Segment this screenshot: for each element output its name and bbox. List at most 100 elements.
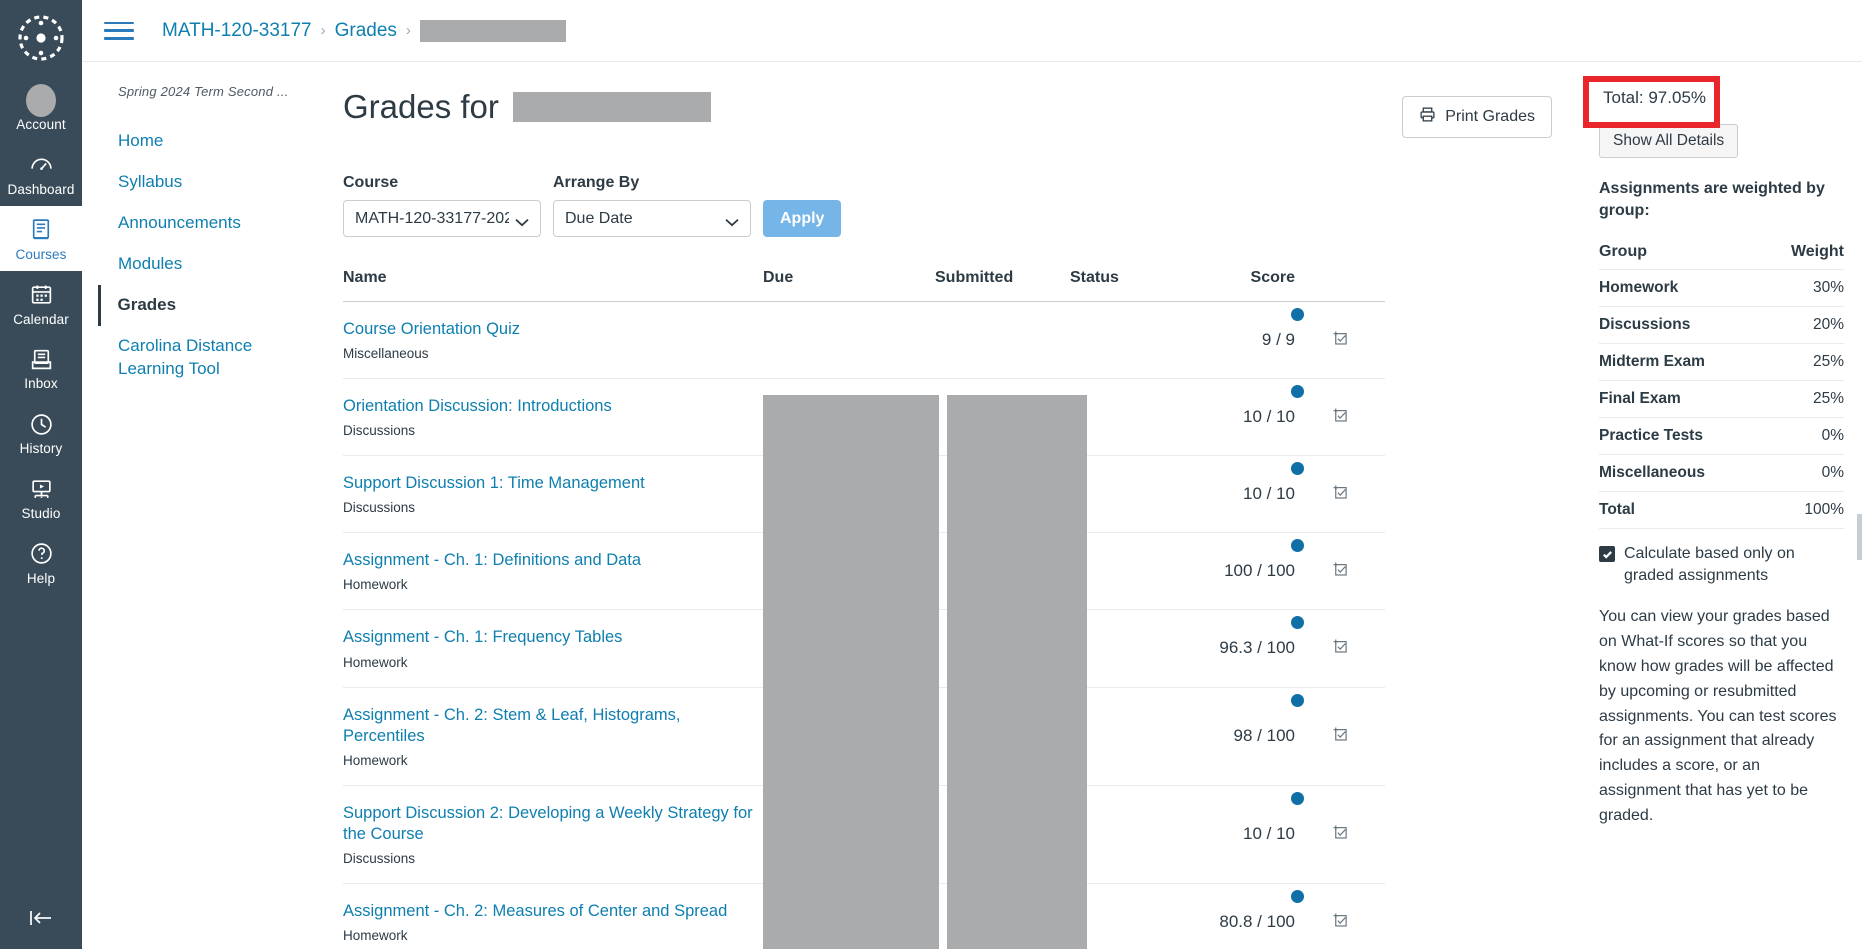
breadcrumb-grades[interactable]: Grades xyxy=(335,20,397,42)
collapse-arrow-icon[interactable] xyxy=(0,909,82,927)
avatar-icon xyxy=(26,83,56,117)
assignment-name-cell: Assignment - Ch. 2: Measures of Center a… xyxy=(343,883,763,949)
weight-row: Midterm Exam 25% xyxy=(1599,343,1844,382)
assignment-link[interactable]: Assignment - Ch. 2: Stem & Leaf, Histogr… xyxy=(343,705,763,747)
print-grades-button[interactable]: Print Grades xyxy=(1402,96,1552,138)
column-header-name[interactable]: Name xyxy=(343,269,763,302)
checkbox-icon[interactable] xyxy=(1599,546,1615,563)
course-nav-announcements[interactable]: Announcements xyxy=(98,203,317,244)
score-cell: 10 / 10 xyxy=(1165,785,1304,884)
weight-group-name: Practice Tests xyxy=(1599,417,1763,456)
column-header-submitted[interactable]: Submitted xyxy=(935,269,1070,302)
score-details-icon[interactable] xyxy=(1331,562,1350,582)
global-nav-courses-label: Courses xyxy=(15,246,67,262)
page-scrollbar[interactable] xyxy=(1857,514,1862,560)
arrange-by-select[interactable]: Due Date xyxy=(553,200,751,237)
course-nav-grades[interactable]: Grades xyxy=(98,284,317,326)
global-nav-dashboard[interactable]: Dashboard xyxy=(0,141,82,206)
column-header-actions xyxy=(1295,269,1385,302)
assignment-name-cell: Support Discussion 1: Time Management Dis… xyxy=(343,455,763,534)
column-header-due[interactable]: Due xyxy=(763,269,935,302)
assignment-link[interactable]: Assignment - Ch. 1: Definitions and Data xyxy=(343,550,763,571)
table-header-row: Name Due Submitted Status Score xyxy=(343,269,1385,302)
course-select[interactable]: MATH-120-33177-2024SI xyxy=(343,200,541,237)
assignment-group: Homework xyxy=(343,752,408,768)
status-cell xyxy=(1070,301,1165,380)
score-details-icon[interactable] xyxy=(1331,825,1350,845)
score-details-cell[interactable] xyxy=(1295,609,1385,688)
breadcrumb-course[interactable]: MATH-120-33177 xyxy=(162,20,312,42)
breadcrumb-separator: › xyxy=(405,22,411,39)
graded-dot-icon xyxy=(1291,308,1304,321)
show-all-details-button[interactable]: Show All Details xyxy=(1599,124,1739,158)
course-nav-modules[interactable]: Modules xyxy=(98,244,317,285)
weights-column-group: Group xyxy=(1599,235,1763,271)
global-nav-history[interactable]: History xyxy=(0,400,82,465)
assignment-link[interactable]: Orientation Discussion: Introductions xyxy=(343,396,763,417)
weight-group-name: Miscellaneous xyxy=(1599,454,1763,493)
global-nav-courses[interactable]: Courses xyxy=(0,205,82,271)
weight-row: Discussions 20% xyxy=(1599,306,1844,345)
graded-dot-icon xyxy=(1291,693,1304,707)
column-header-status[interactable]: Status xyxy=(1070,269,1165,302)
score-cell: 80.8 / 100 xyxy=(1165,883,1304,949)
course-field-label: Course xyxy=(343,174,399,191)
assignment-link[interactable]: Course Orientation Quiz xyxy=(343,319,763,340)
global-nav-account-label: Account xyxy=(16,117,66,132)
print-grades-label: Print Grades xyxy=(1445,108,1535,125)
weight-value: 100% xyxy=(1762,491,1844,530)
course-filter: Course MATH-120-33177-2024SI xyxy=(343,174,541,237)
assignment-name-cell: Assignment - Ch. 1: Definitions and Data… xyxy=(343,532,763,611)
assignment-link[interactable]: Support Discussion 1: Time Management xyxy=(343,473,763,494)
weight-value: 20% xyxy=(1762,306,1844,345)
arrange-by-select-value: Due Date xyxy=(565,209,633,227)
score-cell: 10 / 10 xyxy=(1165,378,1304,457)
hamburger-menu-icon[interactable] xyxy=(104,19,134,43)
dashboard-icon xyxy=(26,150,56,180)
due-cell xyxy=(763,301,935,380)
graded-dot-icon xyxy=(1291,791,1304,805)
course-nav-carolina-distance-learning-tool[interactable]: Carolina Distance Learning Tool xyxy=(98,326,317,390)
weight-value: 25% xyxy=(1762,343,1844,382)
global-nav-account[interactable]: Account xyxy=(0,76,82,141)
weight-value: 0% xyxy=(1762,417,1844,456)
assignment-link[interactable]: Assignment - Ch. 1: Frequency Tables xyxy=(343,627,763,648)
global-nav-calendar-label: Calendar xyxy=(13,311,69,327)
course-nav-syllabus[interactable]: Syllabus xyxy=(98,162,317,203)
score-details-icon[interactable] xyxy=(1331,331,1350,351)
apply-button[interactable]: Apply xyxy=(763,200,842,237)
global-nav-studio[interactable]: Studio xyxy=(0,465,82,530)
score-details-cell[interactable] xyxy=(1295,883,1385,949)
course-nav-home[interactable]: Home xyxy=(98,121,317,162)
score-details-cell[interactable] xyxy=(1295,301,1385,380)
score-details-cell[interactable] xyxy=(1295,378,1385,457)
column-header-score[interactable]: Score xyxy=(1165,269,1295,302)
calculate-graded-only-row[interactable]: Calculate based only on graded assignmen… xyxy=(1599,543,1844,587)
score-details-icon[interactable] xyxy=(1331,913,1350,933)
assignment-link[interactable]: Assignment - Ch. 2: Measures of Center a… xyxy=(343,901,763,922)
assignment-link[interactable]: Support Discussion 2: Developing a Weekl… xyxy=(343,803,763,845)
weighted-by-group-note: Assignments are weighted by group: xyxy=(1599,180,1825,219)
global-nav-inbox[interactable]: Inbox xyxy=(0,335,82,400)
assignment-group: Miscellaneous xyxy=(343,346,429,362)
score-details-cell[interactable] xyxy=(1295,785,1385,884)
score-details-icon[interactable] xyxy=(1331,727,1350,747)
studio-icon xyxy=(26,474,56,504)
score-details-cell[interactable] xyxy=(1295,455,1385,534)
global-nav-inbox-label: Inbox xyxy=(24,376,58,392)
assignment-group-weights-table: Group Weight Homework 30% Discussions 20% Mi… xyxy=(1599,235,1844,530)
score-details-icon[interactable] xyxy=(1331,639,1350,659)
printer-icon xyxy=(1419,106,1436,128)
global-nav-calendar[interactable]: Calendar xyxy=(0,271,82,336)
score-details-icon[interactable] xyxy=(1331,408,1350,428)
chevron-down-icon xyxy=(515,214,529,227)
chevron-down-icon xyxy=(725,214,739,227)
global-nav-help[interactable]: Help xyxy=(0,530,82,595)
score-details-cell[interactable] xyxy=(1295,687,1385,786)
score-value: 98 / 100 xyxy=(1233,726,1295,746)
score-details-icon[interactable] xyxy=(1331,485,1350,505)
score-details-cell[interactable] xyxy=(1295,532,1385,611)
canvas-logo[interactable] xyxy=(17,14,65,62)
score-value: 10 / 10 xyxy=(1243,407,1295,427)
score-value: 96.3 / 100 xyxy=(1219,638,1295,658)
